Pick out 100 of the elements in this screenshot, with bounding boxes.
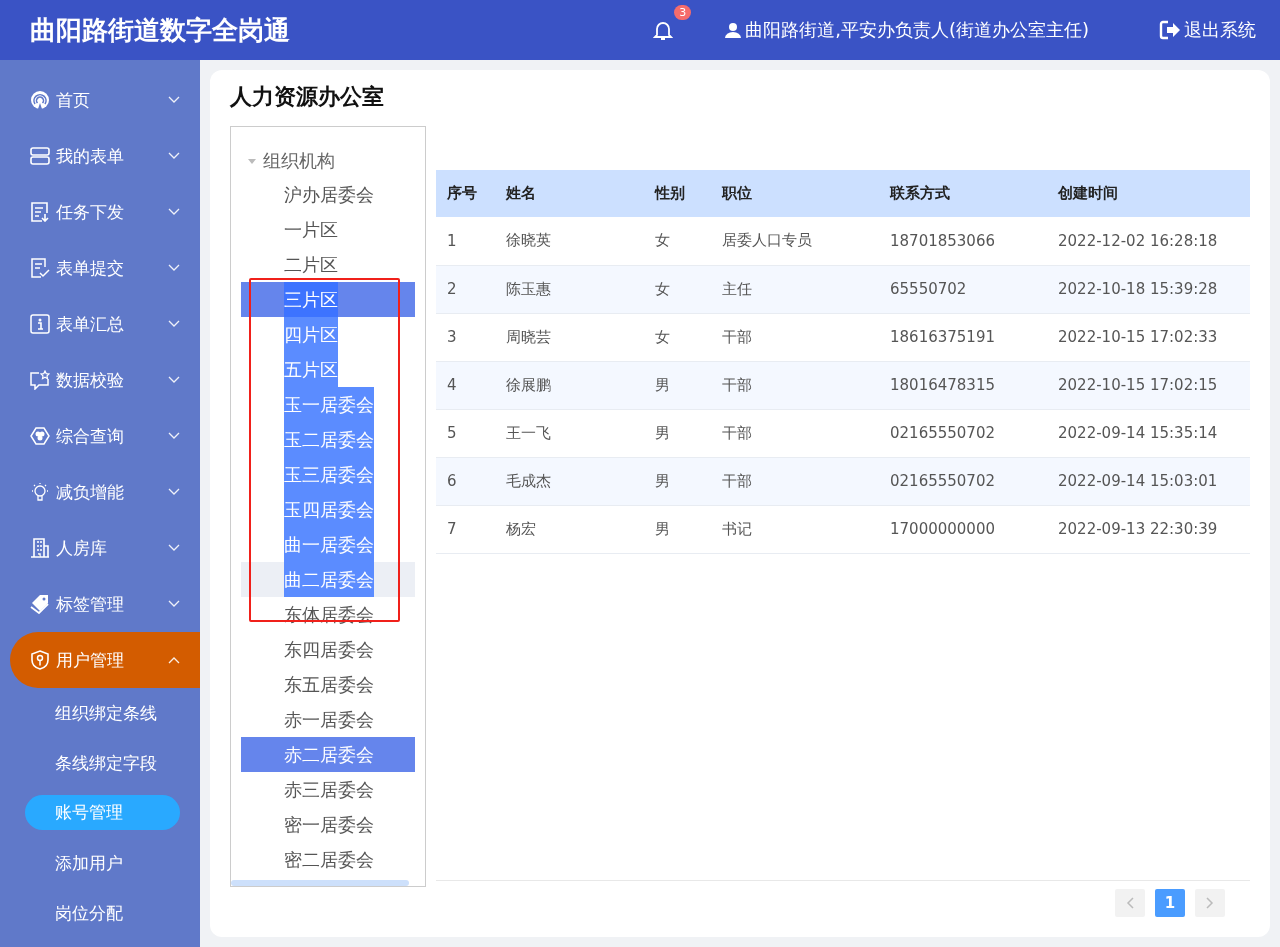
- tree-node[interactable]: 三片区: [241, 282, 415, 317]
- sidebar-item[interactable]: 表单提交: [0, 240, 200, 296]
- tree-node[interactable]: 密二居委会: [241, 842, 415, 877]
- bulb-icon: [30, 482, 50, 502]
- sidebar-item[interactable]: 表单汇总: [0, 296, 200, 352]
- chevron-down-icon: [168, 96, 180, 104]
- submenu-item[interactable]: 账号管理: [25, 795, 180, 830]
- tree-node[interactable]: 沪办居委会: [241, 177, 415, 212]
- tree-node[interactable]: 二片区: [241, 247, 415, 282]
- user-name: 曲阳路街道,平安办负责人(街道办公室主任): [745, 18, 1089, 42]
- table-cell: 02165550702: [879, 457, 1047, 505]
- tree-node[interactable]: 一片区: [241, 212, 415, 247]
- table-cell: 5: [436, 409, 495, 457]
- table-cell: 男: [644, 409, 711, 457]
- shield-icon: [30, 650, 50, 670]
- table-cell: 周晓芸: [495, 313, 644, 361]
- column-header: 职位: [711, 170, 879, 217]
- chevron-down-icon: [168, 544, 180, 552]
- chevron-down-icon: [168, 488, 180, 496]
- table-cell: 干部: [711, 361, 879, 409]
- tag-icon: [30, 594, 50, 614]
- table-cell: 书记: [711, 505, 879, 553]
- table-cell: 女: [644, 217, 711, 265]
- table-cell: 2022-10-15 17:02:15: [1047, 361, 1250, 409]
- server-icon: [30, 146, 50, 166]
- table-cell: 女: [644, 313, 711, 361]
- table-cell: 徐展鹏: [495, 361, 644, 409]
- submenu-item[interactable]: 组织绑定条线: [0, 688, 200, 738]
- check-doc-icon: [30, 258, 50, 278]
- scrollbar[interactable]: [231, 880, 409, 886]
- chevron-down-icon: [168, 208, 180, 216]
- sidebar-item[interactable]: 标签管理: [0, 576, 200, 632]
- tree-node[interactable]: 赤三居委会: [241, 772, 415, 807]
- table-cell: 2022-10-18 15:39:28: [1047, 265, 1250, 313]
- column-header: 创建时间: [1047, 170, 1250, 217]
- table-cell: 1: [436, 217, 495, 265]
- tree-node[interactable]: 东四居委会: [241, 632, 415, 667]
- table-cell: 17000000000: [879, 505, 1047, 553]
- tree-node[interactable]: 密一居委会: [241, 807, 415, 842]
- chevron-down-icon: [168, 320, 180, 328]
- table-cell: 4: [436, 361, 495, 409]
- chevron-up-icon: [168, 656, 180, 664]
- table-cell: 女: [644, 265, 711, 313]
- logout-icon: [1159, 20, 1181, 40]
- table-cell: 杨宏: [495, 505, 644, 553]
- table-cell: 居委人口专员: [711, 217, 879, 265]
- chevron-down-icon: [168, 152, 180, 160]
- table-cell: 2022-09-13 22:30:39: [1047, 505, 1250, 553]
- table-cell: 18701853066: [879, 217, 1047, 265]
- tree-node[interactable]: 四片区: [241, 317, 415, 352]
- sidebar-item[interactable]: 用户管理: [10, 632, 200, 688]
- submenu-item[interactable]: 岗位分配: [0, 888, 200, 938]
- tree-node[interactable]: 赤二居委会: [241, 737, 415, 772]
- submenu-item[interactable]: 条线绑定字段: [0, 738, 200, 788]
- user-icon: [725, 22, 742, 38]
- logout-button[interactable]: 退出系统: [1153, 17, 1262, 43]
- app-title: 曲阳路街道数字全岗通: [30, 13, 290, 47]
- chevron-down-icon: [168, 376, 180, 384]
- sidebar-item[interactable]: 综合查询: [0, 408, 200, 464]
- table-cell: 干部: [711, 409, 879, 457]
- table-cell: 2022-09-14 15:03:01: [1047, 457, 1250, 505]
- tree-node[interactable]: 赤一居委会: [241, 702, 415, 737]
- chevron-down-icon: [168, 600, 180, 608]
- sidebar-item[interactable]: 我的表单: [0, 128, 200, 184]
- table-cell: 3: [436, 313, 495, 361]
- table-cell: 7: [436, 505, 495, 553]
- tree-node[interactable]: 东五居委会: [241, 667, 415, 702]
- chevron-right-icon: [1206, 897, 1214, 909]
- bell-icon: [653, 19, 674, 41]
- table-cell: 王一飞: [495, 409, 644, 457]
- table-cell: 2022-10-15 17:02:33: [1047, 313, 1250, 361]
- caret-down-icon: [247, 156, 257, 166]
- notification-badge: 3: [674, 5, 692, 20]
- chevron-down-icon: [168, 264, 180, 272]
- sidebar-item[interactable]: 数据校验: [0, 352, 200, 408]
- table-cell: 陈玉惠: [495, 265, 644, 313]
- chat-icon: [30, 370, 50, 390]
- table-cell: 18016478315: [879, 361, 1047, 409]
- tree-node[interactable]: 曲二居委会: [241, 562, 415, 597]
- table-cell: 男: [644, 457, 711, 505]
- column-header: 序号: [436, 170, 495, 217]
- sidebar-item[interactable]: 人房库: [0, 520, 200, 576]
- table-cell: 6: [436, 457, 495, 505]
- table-cell: 男: [644, 505, 711, 553]
- table-cell: 主任: [711, 265, 879, 313]
- info-icon: [30, 314, 50, 334]
- table-cell: 徐晓英: [495, 217, 644, 265]
- table-cell: 2022-09-14 15:35:14: [1047, 409, 1250, 457]
- sidebar-item[interactable]: 任务下发: [0, 184, 200, 240]
- table-cell: 男: [644, 361, 711, 409]
- tree-node[interactable]: 五片区: [241, 352, 415, 387]
- column-header: 联系方式: [879, 170, 1047, 217]
- page-button[interactable]: 1: [1155, 889, 1185, 917]
- column-header: 性别: [644, 170, 711, 217]
- download-doc-icon: [30, 202, 50, 222]
- sidebar-item[interactable]: 首页: [0, 72, 200, 128]
- tree-node[interactable]: 组织机构: [241, 145, 415, 177]
- submenu-item[interactable]: 添加用户: [0, 838, 200, 888]
- sidebar-item[interactable]: 减负增能: [0, 464, 200, 520]
- page-title: 人力资源办公室: [230, 83, 385, 111]
